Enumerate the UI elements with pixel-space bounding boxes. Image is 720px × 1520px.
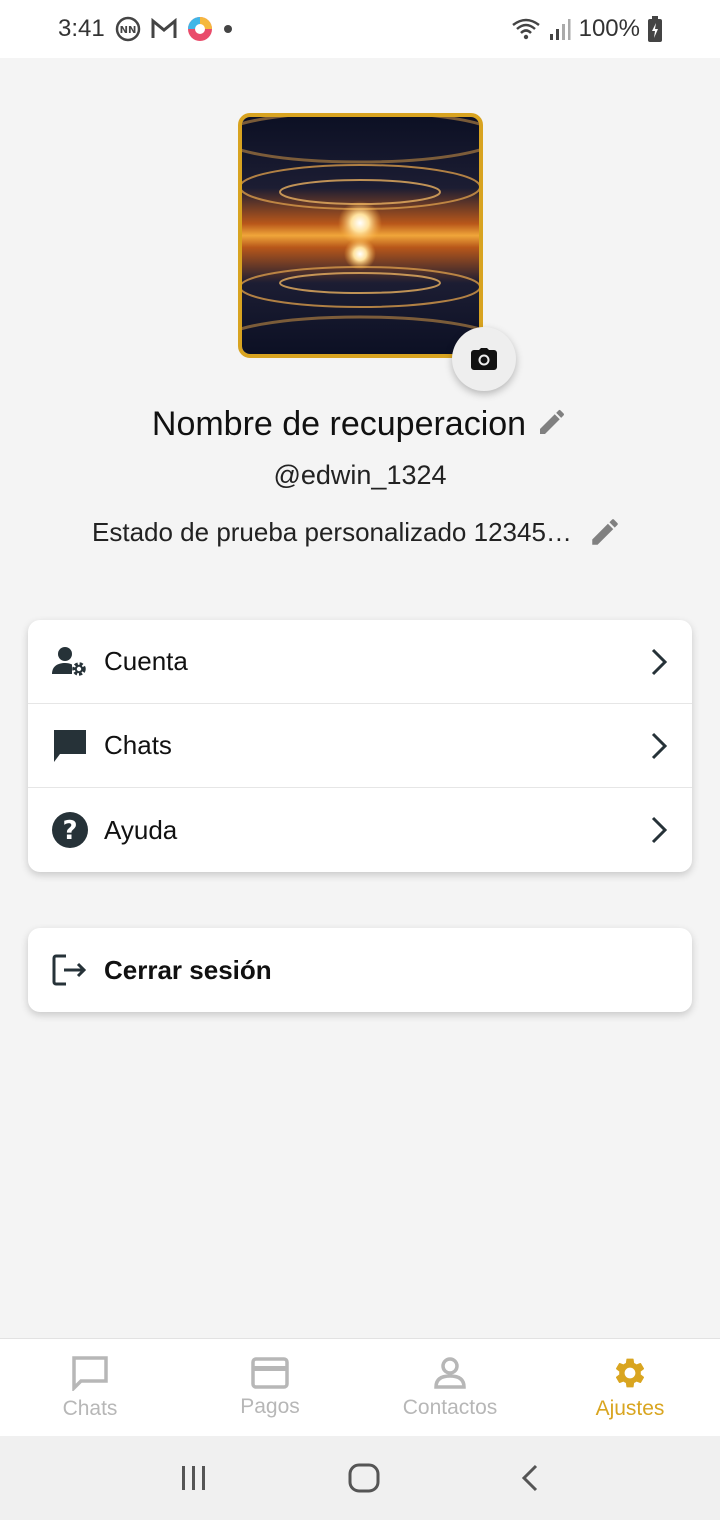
nn-notification-icon: NN: [115, 16, 141, 42]
profile-name: Nombre de recuperacion: [151, 405, 527, 443]
gmail-notification-icon: [151, 18, 177, 40]
nav-tab-chats[interactable]: Chats: [0, 1339, 180, 1436]
battery-icon: [648, 16, 662, 42]
bottom-navigation: Chats Pagos Contactos Ajustes: [0, 1338, 720, 1436]
menu-item-chats[interactable]: Chats: [28, 704, 692, 788]
logout-label: Cerrar sesión: [104, 954, 272, 985]
home-icon[interactable]: [348, 1463, 380, 1493]
camera-icon: [471, 348, 497, 370]
change-photo-button[interactable]: [452, 327, 516, 391]
account-settings-icon: [52, 646, 104, 678]
profile-status-row: Estado de prueba personalizado 123456789: [92, 515, 632, 549]
svg-text:?: ?: [62, 816, 77, 846]
menu-item-label: Chats: [104, 730, 172, 760]
menu-item-label: Cuenta: [104, 646, 188, 676]
svg-text:NN: NN: [119, 25, 136, 36]
nav-tab-label: Pagos: [240, 1394, 300, 1418]
signal-icon: [549, 17, 571, 41]
profile-avatar-container: [238, 113, 516, 391]
settings-menu: Cuenta Chats ? Ayuda: [28, 620, 692, 872]
profile-name-row: Nombre de recuperacion: [0, 405, 720, 444]
card-icon: [251, 1356, 289, 1389]
back-icon[interactable]: [520, 1463, 540, 1493]
nav-tab-label: Ajustes: [595, 1396, 665, 1420]
chat-bubble-icon: [52, 728, 104, 764]
chat-outline-icon: [71, 1355, 109, 1391]
wifi-icon: [511, 17, 541, 41]
chevron-right-icon: [638, 731, 668, 761]
help-circle-icon: ?: [52, 812, 104, 848]
profile-handle: @edwin_1324: [273, 460, 447, 490]
chevron-right-icon: [638, 647, 668, 677]
logout-button[interactable]: Cerrar sesión: [28, 928, 692, 1012]
dot-icon: [223, 24, 233, 34]
profile-status: Estado de prueba personalizado 123456789: [92, 516, 574, 547]
menu-item-cuenta[interactable]: Cuenta: [28, 620, 692, 704]
menu-item-ayuda[interactable]: ? Ayuda: [28, 788, 692, 872]
status-bar: 3:41 NN 100%: [0, 0, 720, 58]
profile-avatar[interactable]: [238, 113, 483, 358]
nav-tab-contactos[interactable]: Contactos: [360, 1339, 540, 1436]
chevron-right-icon: [638, 815, 668, 845]
edit-name-icon[interactable]: [536, 406, 568, 443]
status-right: 100%: [511, 15, 662, 43]
status-left: 3:41 NN: [58, 15, 233, 43]
edit-status-icon[interactable]: [588, 515, 622, 549]
status-time: 3:41: [58, 15, 105, 42]
recent-apps-icon[interactable]: [180, 1465, 208, 1491]
person-icon: [433, 1356, 467, 1390]
avatar-image: [242, 117, 479, 354]
battery-percent: 100%: [578, 15, 640, 42]
nav-tab-label: Chats: [62, 1396, 118, 1420]
system-navigation-bar: [0, 1436, 720, 1520]
nav-tab-ajustes[interactable]: Ajustes: [540, 1339, 720, 1436]
gear-icon: [612, 1355, 648, 1391]
nav-tab-label: Contactos: [402, 1395, 498, 1419]
app-notification-icon: [187, 16, 213, 42]
menu-item-label: Ayuda: [104, 814, 178, 845]
nav-tab-pagos[interactable]: Pagos: [180, 1339, 360, 1436]
logout-icon: [52, 953, 88, 987]
